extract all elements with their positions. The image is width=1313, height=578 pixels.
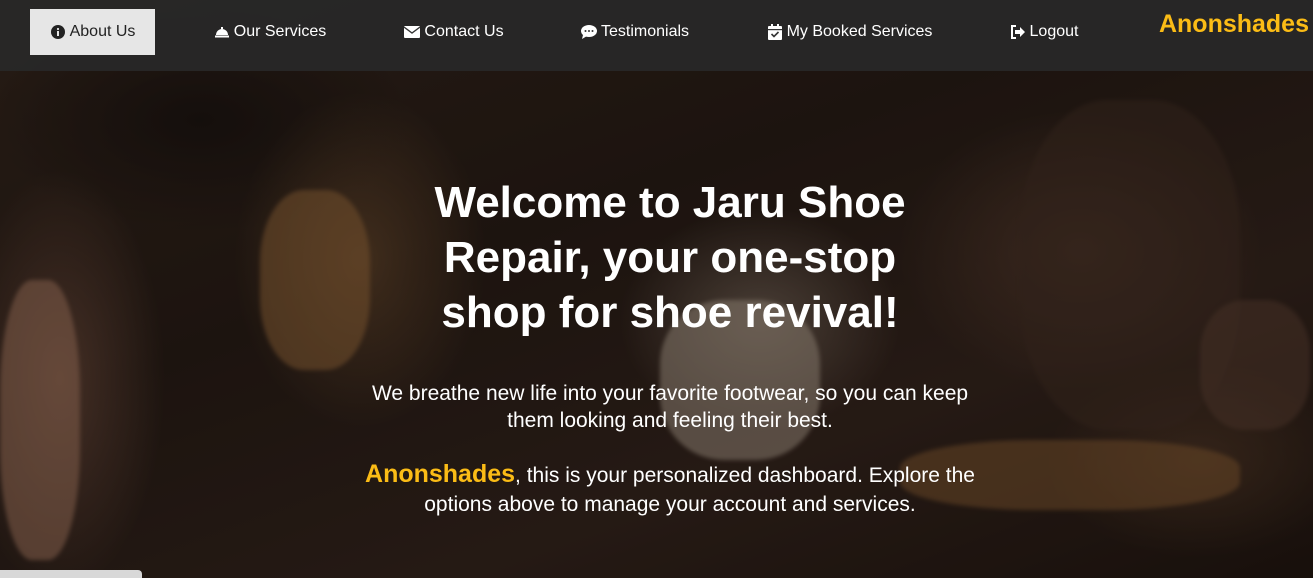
nav-contact-us[interactable]: Contact Us: [390, 9, 518, 55]
info-circle-icon: [50, 24, 66, 40]
hero-title: Welcome to Jaru Shoe Repair, your one-st…: [434, 178, 906, 337]
comment-dots-icon: [580, 24, 597, 40]
greeting-username: Anonshades: [365, 460, 516, 488]
nav-logout-label: Logout: [1029, 23, 1079, 40]
nav-testimonials-label: Testimonials: [600, 23, 690, 40]
dashboard-message: Anonshades, this is your personalized da…: [350, 460, 990, 519]
nav-about-us-label: About Us: [69, 23, 136, 40]
envelope-icon: [404, 24, 421, 40]
nav-our-services[interactable]: Our Services: [200, 9, 340, 55]
nav-testimonials[interactable]: Testimonials: [566, 9, 704, 55]
brand-username: Anonshades: [1158, 10, 1309, 38]
browser-status-bar: [0, 570, 142, 578]
calendar-check-icon: [767, 24, 783, 40]
nav-contact-us-label: Contact Us: [424, 23, 504, 40]
nav-our-services-label: Our Services: [233, 23, 327, 40]
sign-out-icon: [1010, 24, 1026, 40]
nav-my-booked-services[interactable]: My Booked Services: [752, 9, 947, 55]
hero-lead-text: We breathe new life into your favorite f…: [371, 382, 969, 432]
nav-my-booked-services-label: My Booked Services: [786, 23, 933, 40]
nav-about-us[interactable]: About Us: [30, 9, 155, 55]
top-navbar: About Us Our Services Contact Us Testimo…: [0, 0, 1313, 71]
nav-logout[interactable]: Logout: [995, 9, 1093, 55]
hero-section: Welcome to Jaru Shoe Repair, your one-st…: [350, 175, 990, 519]
bell-service-icon: [214, 24, 230, 40]
